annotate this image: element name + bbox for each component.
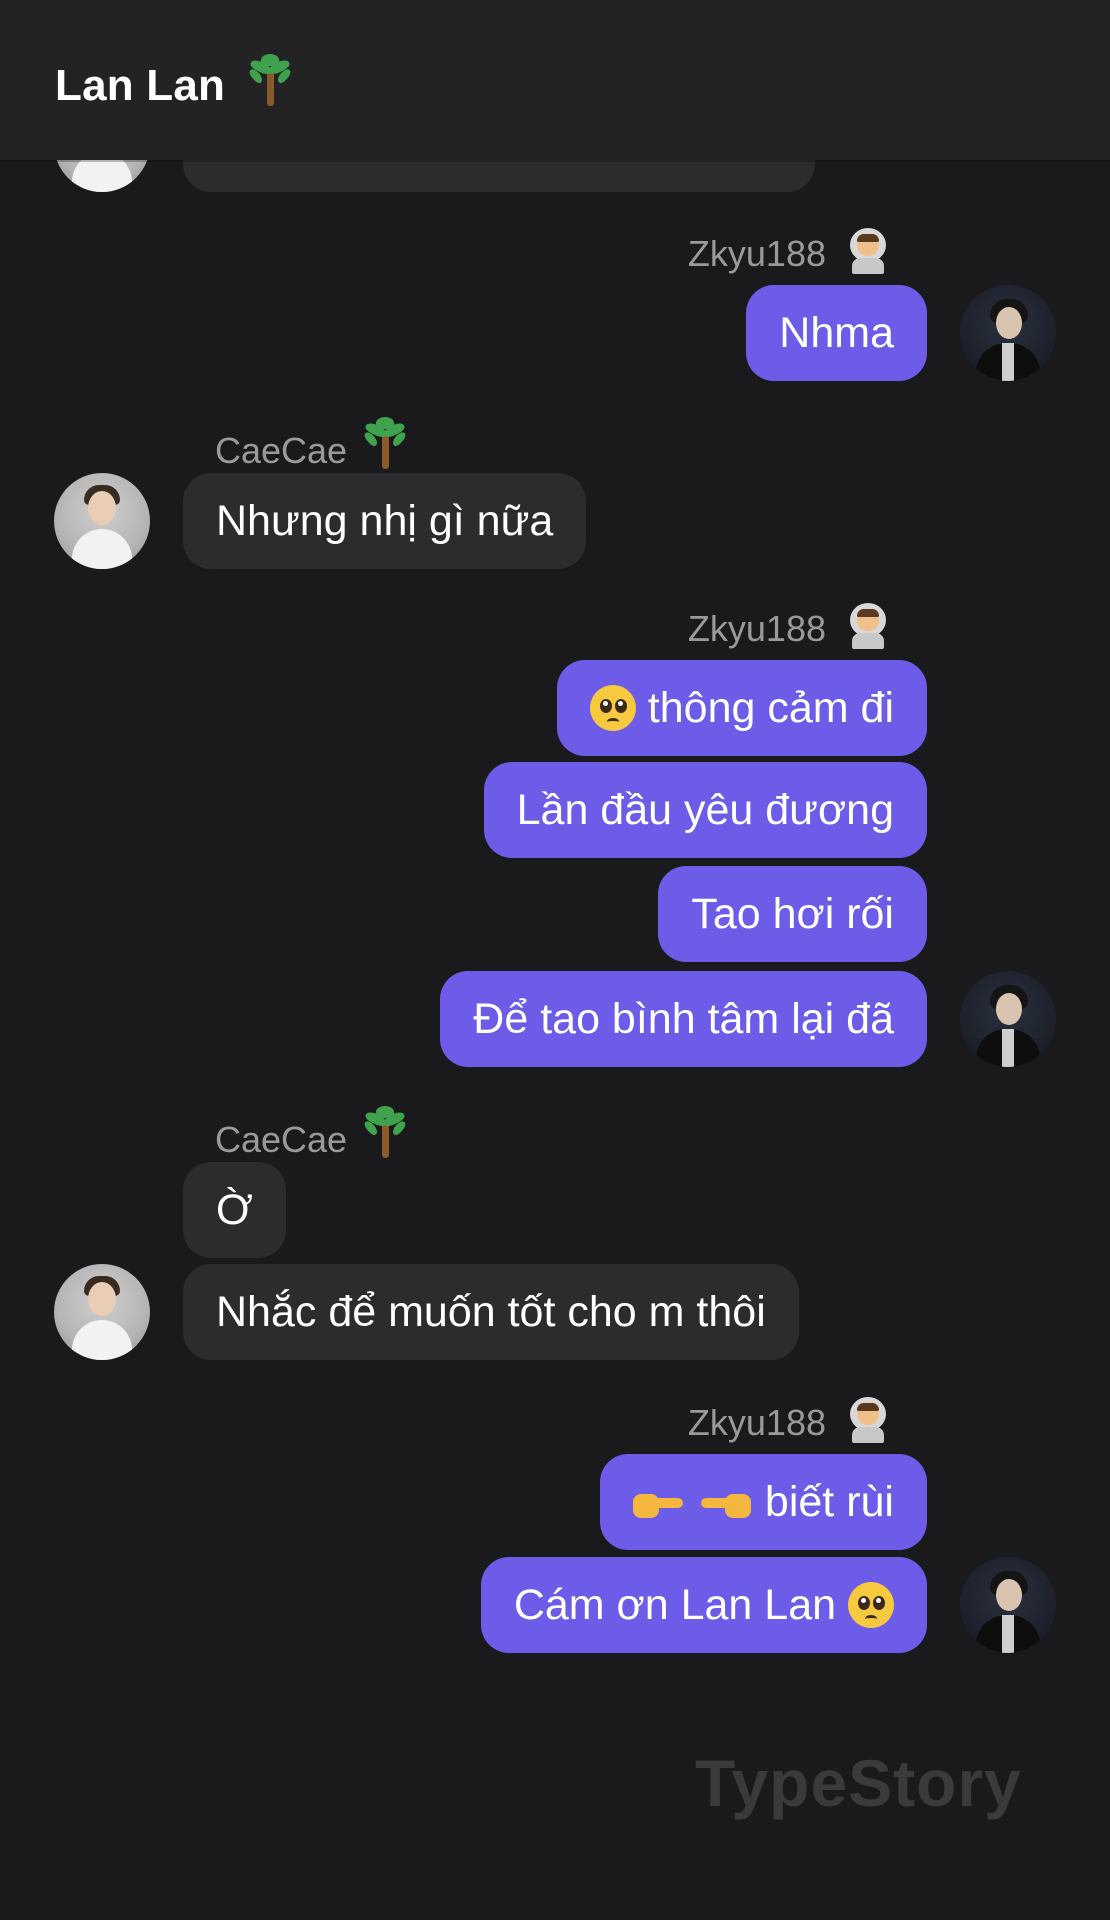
sender-label-caecae: CaeCae [215, 417, 408, 472]
sender-label-zkyu188: Zkyu188 [688, 228, 890, 275]
chat-title-text: Lan Lan [55, 61, 226, 110]
chat-title[interactable]: Lan Lan [55, 54, 292, 111]
sender-label-caecae: CaeCae [215, 1106, 408, 1161]
avatar-zkyu188[interactable] [960, 1557, 1056, 1653]
message-bubble-outgoing[interactable]: thông cảm đi [556, 660, 927, 756]
pleading-face-icon [589, 685, 636, 731]
sender-label-zkyu188: Zkyu188 [688, 1397, 890, 1444]
astronaut-icon [846, 603, 890, 649]
message-bubble-incoming[interactable]: Nhắc để muốn tốt cho m thôi [183, 1264, 799, 1360]
message-bubble-outgoing[interactable]: Lần đầu yêu đương [483, 762, 927, 858]
avatar-caecae[interactable] [54, 473, 150, 569]
pointing-left-icon [699, 1486, 753, 1520]
watermark-logo: TypeStory [695, 1746, 1022, 1820]
avatar-zkyu188[interactable] [960, 285, 1056, 381]
astronaut-icon [846, 1397, 890, 1443]
palm-tree-icon [247, 54, 292, 108]
avatar-caecae[interactable] [54, 1264, 150, 1360]
message-bubble-outgoing[interactable]: Để tao bình tâm lại đã [440, 971, 927, 1067]
message-bubble-outgoing[interactable]: Cám ơn Lan Lan [480, 1557, 927, 1653]
pleading-face-icon [848, 1582, 894, 1628]
palm-tree-icon [362, 1106, 408, 1160]
sender-label-zkyu188: Zkyu188 [688, 603, 890, 650]
message-bubble-outgoing[interactable]: Nhma [746, 285, 927, 381]
chat-header: Lan Lan [0, 0, 1110, 160]
message-bubble-outgoing[interactable]: Tao hơi rối [658, 866, 927, 962]
message-bubble-incoming[interactable]: Nhưng nhị gì nữa [183, 473, 587, 569]
palm-tree-icon [362, 417, 408, 471]
astronaut-icon [846, 228, 890, 274]
message-bubble-incoming[interactable]: Ờ [183, 1162, 286, 1258]
avatar-zkyu188[interactable] [960, 971, 1056, 1067]
message-bubble-outgoing[interactable]: biết rùi [600, 1454, 927, 1550]
pointing-right-icon [633, 1486, 687, 1520]
